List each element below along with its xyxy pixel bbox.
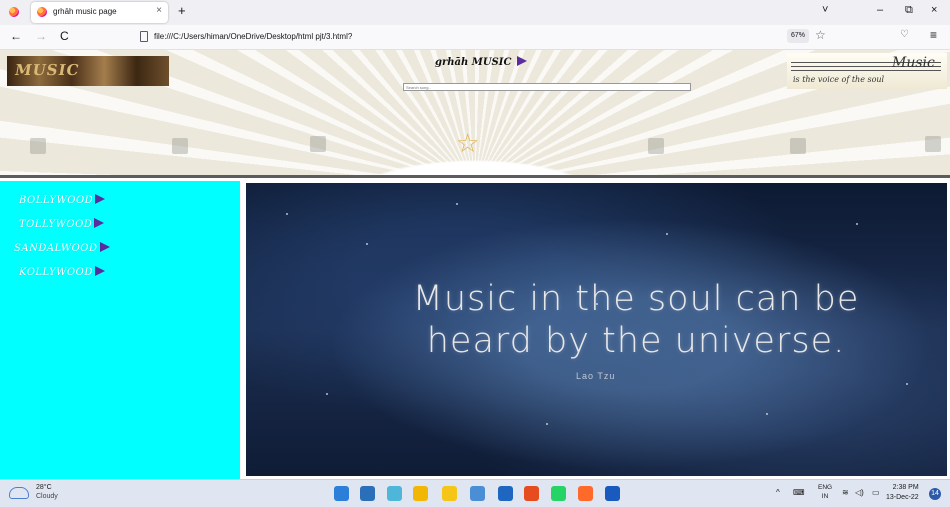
tab-title: grhāh music page [53,7,117,16]
category-sidebar: BOLLYWOOD TOLLYWOOD SANDALWOOD KOLLYWOOD [0,181,240,479]
hero-quote-author: Lao Tzu [576,371,616,381]
office-icon[interactable] [524,486,539,501]
page-icon [140,31,148,42]
url-text[interactable]: file:///C:/Users/himan/OneDrive/Desktop/… [154,32,352,41]
region-code: IN [821,493,829,500]
play-arrow-icon [95,194,106,204]
music-logo-title: Music [892,55,935,71]
hero-quote: Music in the soul can be heard by the un… [376,278,896,362]
address-bar[interactable]: file:///C:/Users/himan/OneDrive/Desktop/… [140,28,780,47]
back-button[interactable]: ← [10,29,22,43]
new-tab-button[interactable]: + [178,3,186,18]
clock-date: 13-Dec-22 [886,494,919,501]
system-clock[interactable]: 2:38 PM 13-Dec-22 [886,483,919,503]
search-icon[interactable] [360,486,375,501]
watermark-icon [30,138,46,154]
sidebar-item-label[interactable]: SANDALWOOD [14,243,98,254]
window-close-button[interactable]: × [931,4,937,16]
sidebar-item-label[interactable]: BOLLYWOOD [19,195,93,206]
sidebar-item-sandalwood[interactable]: SANDALWOOD [14,242,110,254]
play-arrow-icon [99,242,110,252]
star-sparkle [456,203,458,205]
star-sparkle [856,223,858,225]
weather-temperature[interactable]: 28°C [36,484,52,491]
bookmark-star-icon[interactable]: ☆ [815,28,826,42]
volume-icon[interactable]: ◁) [855,488,864,497]
sidebar-item-label[interactable]: TOLLYWOOD [19,219,92,230]
firefox-icon[interactable] [578,486,593,501]
watermark-icon [648,138,664,154]
star-sparkle [366,243,368,245]
star-sparkle [906,383,908,385]
hero-quote-line-1: Music in the soul can be [412,279,860,319]
music-logo-tagline: is the voice of the soul [793,75,885,84]
browser-tab[interactable]: grhāh music page × [31,2,168,23]
music-logo-text: MUSIC [13,61,82,79]
reload-button[interactable]: C [60,29,69,43]
tab-close-icon[interactable]: × [156,5,162,16]
star-sparkle [286,213,288,215]
star-sparkle [766,413,768,415]
battery-icon[interactable]: ▭ [872,488,880,497]
star-sparkle [326,393,328,395]
forward-button[interactable]: → [35,29,47,43]
language-indicator[interactable]: ENG IN [818,483,832,501]
sidebar-item-kollywood[interactable]: KOLLYWOOD [19,266,105,278]
sidebar-item-label[interactable]: KOLLYWOOD [19,267,93,278]
play-arrow-icon [94,266,105,276]
notification-badge[interactable]: 14 [929,488,941,500]
site-title-text: grhāh MUSIC [435,57,512,68]
watermark-icon [310,136,326,152]
mail-icon[interactable] [498,486,513,501]
page-header: MUSIC grhāh MUSIC Music is the voice of … [0,50,950,178]
music-logo-image: MUSIC [7,56,169,86]
watermark-icon [925,136,941,152]
browser-tab-bar: grhāh music page × + ˅ – ⧉ × [0,0,950,25]
start-windows-icon[interactable] [334,486,349,501]
window-minimize-button[interactable]: – [877,4,883,16]
clock-time: 2:38 PM [892,484,919,491]
windows-taskbar: 28°C Cloudy ^ ⌨ ENG IN ≋ ◁) ▭ 2:38 PM 13… [0,479,950,507]
star-sparkle [546,423,548,425]
keyboard-icon[interactable]: ⌨ [793,488,805,497]
watermark-icon [172,138,188,154]
star-sparkle [666,233,668,235]
search-input[interactable] [403,83,691,91]
widgets-icon[interactable] [413,486,428,501]
star-outline-icon: ☆ [456,128,480,158]
language-code: ENG [818,484,833,491]
file-explorer-icon[interactable] [442,486,457,501]
app-menu-button[interactable]: ≡ [930,28,937,42]
photos-app-icon[interactable] [470,486,485,501]
sidebar-item-bollywood[interactable]: BOLLYWOOD [19,194,106,206]
site-title: grhāh MUSIC [435,56,527,68]
weather-condition[interactable]: Cloudy [36,493,58,500]
list-all-tabs-icon[interactable]: ˅ [822,4,828,16]
firefox-logo-icon[interactable] [9,7,19,17]
music-quote-logo-image: Music is the voice of the soul [787,53,947,89]
zoom-level-button[interactable]: 67% [787,29,809,43]
play-arrow-icon [94,218,105,228]
pocket-icon[interactable]: ♡ [900,29,909,40]
task-view-icon[interactable] [387,486,402,501]
cloud-icon[interactable] [9,487,29,499]
sidebar-item-tollywood[interactable]: TOLLYWOOD [19,218,105,230]
show-hidden-icons-chevron-icon[interactable]: ^ [776,488,780,497]
whatsapp-icon[interactable] [551,486,566,501]
hero-quote-image: Music in the soul can be heard by the un… [246,183,947,476]
window-maximize-button[interactable]: ⧉ [905,4,913,17]
play-arrow-icon [516,56,527,66]
word-icon[interactable] [605,486,620,501]
watermark-icon [790,138,806,154]
tab-favicon-icon [37,7,47,17]
wifi-icon[interactable]: ≋ [842,488,849,497]
hero-quote-line-2: heard by the universe. [426,321,846,361]
